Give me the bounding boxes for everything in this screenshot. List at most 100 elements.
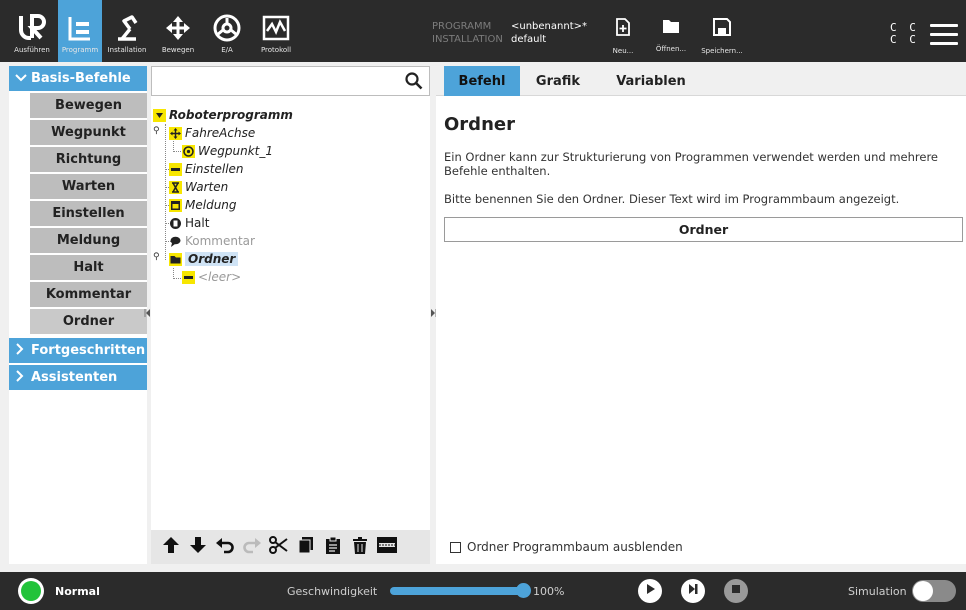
program-name: <unbenannt>* [511,21,587,32]
hamburger-menu-icon[interactable] [930,24,958,46]
nav-log-button[interactable]: Protokoll [254,0,298,62]
content-tabs: Befehl Grafik Variablen [436,66,966,96]
play-button[interactable] [638,579,662,603]
move-icon [164,10,192,46]
speed-value: 100% [533,585,565,598]
category-basic-commands[interactable]: Basis-Befehle [9,66,147,91]
tree-search-input[interactable] [151,66,430,96]
nav-installation-button[interactable]: Installation [104,0,150,62]
tree-node-root[interactable]: Roboterprogramm [153,106,293,124]
trash-icon [352,536,368,559]
tree-node-set[interactable]: Einstellen [169,160,244,178]
save-icon [713,18,731,41]
set-icon [169,162,182,176]
palette-item-comment[interactable]: Kommentar [30,282,147,307]
palette-collapse-handle[interactable] [143,306,151,318]
pin-icon: ⚲ [153,252,160,262]
tree-node-wait[interactable]: Warten [169,178,228,196]
tree-node-movej[interactable]: FahreAchse [169,124,255,142]
tree-node-folder[interactable]: Ordner [169,250,239,268]
move-up-button[interactable] [157,534,184,560]
tree-node-waypoint[interactable]: Wegpunkt_1 [182,142,273,160]
arrow-down-icon [189,536,207,559]
move-down-button[interactable] [184,534,211,560]
chevron-right-icon [15,369,31,386]
simulation-toggle[interactable] [912,580,956,602]
folder-name-field[interactable]: Ordner [444,217,963,242]
nav-move-button[interactable]: Bewegen [158,0,198,62]
redo-button[interactable] [238,534,265,560]
speed-slider[interactable] [390,587,523,595]
tab-variables[interactable]: Variablen [606,66,696,96]
new-file-icon [615,18,631,41]
open-button[interactable]: Öffnen... [656,18,686,62]
popup-icon [169,198,182,212]
nav-run-button[interactable]: Ausführen [8,0,56,62]
ur-logo-icon [17,10,47,46]
command-content-panel: Befehl Grafik Variablen Ordner Ein Ordne… [436,66,966,564]
palette-item-folder[interactable]: Ordner [30,309,147,334]
pin-icon: ⚲ [153,126,160,136]
program-key: PROGRAMM [432,21,492,32]
palette-item-wait[interactable]: Warten [30,174,147,199]
speed-slider-handle[interactable] [516,583,531,598]
palette-item-halt[interactable]: Halt [30,255,147,280]
category-wizards[interactable]: Assistenten [9,365,147,390]
top-bar: Ausführen Programm Installation Bewegen … [0,0,966,62]
delete-button[interactable] [346,534,373,560]
command-palette: Basis-Befehle Bewegen Wegpunkt Richtung … [9,66,147,564]
program-icon [66,10,94,46]
palette-item-waypoint[interactable]: Wegpunkt [30,120,147,145]
arrow-up-icon [162,536,180,559]
simulation-label: Simulation [848,585,907,598]
suppress-button[interactable] [373,534,400,560]
step-icon [687,582,699,600]
stop-icon [730,582,742,600]
palette-item-set[interactable]: Einstellen [30,201,147,226]
move-icon [169,126,182,140]
palette-item-popup[interactable]: Meldung [30,228,147,253]
redo-icon [242,536,262,559]
step-button[interactable] [681,579,705,603]
copy-button[interactable] [292,534,319,560]
tree-node-comment[interactable]: Kommentar [169,232,255,250]
io-icon [212,10,242,46]
folder-open-icon [662,18,680,39]
tab-graphics[interactable]: Grafik [528,66,588,96]
power-button[interactable] [18,578,44,604]
nav-program-button[interactable]: Programm [58,0,102,62]
hide-in-tree-option[interactable]: Ordner Programmbaum ausblenden [450,540,683,554]
suppress-icon [376,536,398,559]
palette-item-move[interactable]: Bewegen [30,93,147,118]
bottom-bar: Normal Geschwindigkeit 100% Simulation [0,572,966,610]
tree-node-popup[interactable]: Meldung [169,196,237,214]
play-icon [644,582,656,600]
palette-item-direction[interactable]: Richtung [30,147,147,172]
tree-node-halt[interactable]: Halt [169,214,209,232]
folder-icon [169,252,182,266]
chevron-down-icon [15,71,31,87]
paste-button[interactable] [319,534,346,560]
installation-icon [112,10,142,46]
installation-key: INSTALLATION [432,34,503,45]
halt-icon [169,217,182,230]
new-button[interactable]: Neu... [610,18,636,62]
program-tree-panel: Roboterprogramm ⚲ FahreAchse Wegpunkt_1 … [151,66,430,564]
speed-label: Geschwindigkeit [287,585,378,598]
tree-toolbar [151,530,430,564]
undo-button[interactable] [211,534,238,560]
tree-node-empty[interactable]: <leer> [182,268,241,286]
search-icon[interactable] [405,72,423,95]
waypoint-icon [182,144,195,158]
tab-command[interactable]: Befehl [444,66,520,96]
nav-io-button[interactable]: E/A [208,0,246,62]
log-icon [261,10,291,46]
save-button[interactable]: Speichern... [700,18,744,62]
category-advanced[interactable]: Fortgeschritten [9,338,147,363]
comment-icon [169,235,182,248]
stop-button[interactable] [724,579,748,603]
cut-button[interactable] [265,534,292,560]
paste-icon [325,536,341,559]
hourglass-icon [169,180,182,194]
hide-in-tree-checkbox[interactable] [450,541,461,553]
